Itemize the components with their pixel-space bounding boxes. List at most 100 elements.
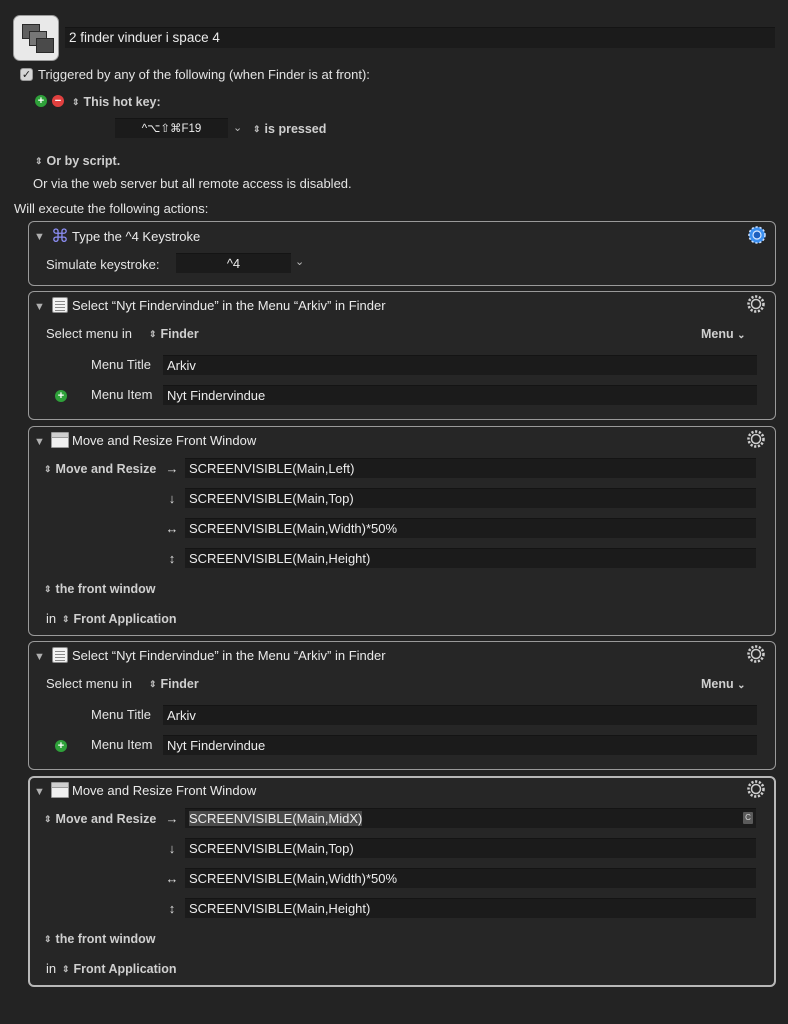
gear-icon[interactable] [746, 644, 766, 664]
mode-popup[interactable]: ⇕ Move and Resize [44, 811, 156, 828]
updown-icon: ⇕ [149, 679, 157, 689]
simulate-keystroke-label: Simulate keystroke: [46, 257, 160, 272]
script-trigger-popup[interactable]: ⇕ Or by script. [35, 153, 120, 170]
disclosure-triangle-icon[interactable]: ▼ [34, 651, 45, 663]
arrow-right-icon: → [165, 811, 179, 826]
add-trigger-icon[interactable]: + [35, 95, 47, 107]
menu-popup-label: Menu [701, 677, 734, 691]
chevron-down-icon[interactable]: ⌄ [295, 255, 304, 268]
select-menu-label: Select menu in [46, 676, 132, 691]
macro-name-field[interactable]: 2 finder vinduer i space 4 [65, 27, 775, 48]
web-server-note: Or via the web server but all remote acc… [33, 176, 352, 191]
menu-icon [52, 297, 68, 313]
trigger-type-popup[interactable]: ⇕ This hot key: [72, 94, 161, 111]
in-label: in [46, 611, 57, 626]
gear-icon[interactable] [746, 779, 766, 799]
macro-icon[interactable] [13, 15, 59, 61]
window-target-label: the front window [55, 582, 156, 596]
app-target-popup[interactable]: ⇕ Front Application [62, 611, 177, 628]
arrow-down-icon: ↓ [168, 841, 176, 856]
height-field[interactable]: SCREENVISIBLE(Main,Height) [185, 898, 756, 918]
hotkey-mode-popup[interactable]: ⇕ is pressed [253, 121, 326, 138]
left-field[interactable]: SCREENVISIBLE(Main,MidX) C [185, 808, 756, 828]
action-title: Move and Resize Front Window [72, 783, 257, 798]
command-key-icon: ⌘ [51, 226, 69, 246]
app-target-label: Front Application [73, 612, 177, 626]
action-move-resize-1[interactable]: ▼ Move and Resize Front Window ⇕ Move and… [28, 426, 776, 636]
updown-icon: ⇕ [149, 329, 157, 339]
add-menu-item-icon[interactable]: + [55, 390, 67, 402]
updown-icon: ⇕ [44, 934, 52, 944]
top-field[interactable]: SCREENVISIBLE(Main,Top) [185, 838, 756, 858]
action-type-keystroke[interactable]: ▼ ⌘ Type the ^4 Keystroke Simulate keyst… [28, 221, 776, 286]
menu-item-label: Menu Item [91, 387, 153, 402]
hotkey-mode-label: is pressed [264, 122, 327, 136]
window-target-label: the front window [55, 932, 156, 946]
menu-title-field[interactable]: Arkiv [163, 355, 757, 375]
menu-item-label: Menu Item [91, 737, 153, 752]
width-field[interactable]: SCREENVISIBLE(Main,Width)*50% [185, 868, 756, 888]
chevron-down-icon: ⌄ [737, 330, 746, 341]
add-menu-item-icon[interactable]: + [55, 740, 67, 752]
disclosure-triangle-icon[interactable]: ▼ [34, 231, 45, 243]
gear-icon[interactable] [746, 294, 766, 314]
updown-icon: ⇕ [62, 614, 70, 624]
action-title: Select “Nyt Findervindue” in the Menu “A… [72, 648, 386, 663]
height-field[interactable]: SCREENVISIBLE(Main,Height) [185, 548, 756, 568]
mode-popup-label: Move and Resize [55, 462, 157, 476]
menu-popup[interactable]: Menu ⌄ [701, 676, 746, 694]
top-field[interactable]: SCREENVISIBLE(Main,Top) [185, 488, 756, 508]
script-trigger-label: Or by script. [46, 154, 121, 168]
window-target-popup[interactable]: ⇕ the front window [44, 931, 156, 948]
height-arrows-icon: ↕ [168, 901, 176, 916]
updown-icon: ⇕ [44, 584, 52, 594]
left-field-text: SCREENVISIBLE(Main,MidX) [189, 811, 363, 826]
action-title: Select “Nyt Findervindue” in the Menu “A… [72, 298, 386, 313]
trigger-checkbox[interactable]: ✓ [20, 68, 33, 81]
updown-icon: ⇕ [62, 964, 70, 974]
menu-icon [52, 647, 68, 663]
updown-icon: ⇕ [44, 814, 52, 824]
menu-popup-label: Menu [701, 327, 734, 341]
updown-icon: ⇕ [44, 464, 52, 474]
app-popup[interactable]: ⇕ Finder [149, 326, 199, 343]
width-field[interactable]: SCREENVISIBLE(Main,Width)*50% [185, 518, 756, 538]
window-icon [51, 782, 69, 798]
chevron-down-icon[interactable]: ⌄ [233, 121, 242, 134]
disclosure-triangle-icon[interactable]: ▼ [34, 786, 45, 798]
keystroke-field[interactable]: ^4 [176, 253, 291, 273]
arrow-down-icon: ↓ [168, 491, 176, 506]
menu-title-field[interactable]: Arkiv [163, 705, 757, 725]
width-arrows-icon: ↔ [165, 871, 179, 886]
app-popup-label: Finder [160, 677, 199, 691]
menu-title-label: Menu Title [91, 707, 151, 722]
action-title: Type the ^4 Keystroke [72, 229, 201, 244]
gear-icon[interactable] [746, 429, 766, 449]
menu-item-field[interactable]: Nyt Findervindue [163, 385, 757, 405]
disclosure-triangle-icon[interactable]: ▼ [34, 436, 45, 448]
action-select-menu-1[interactable]: ▼ Select “Nyt Findervindue” in the Menu … [28, 291, 776, 420]
mode-popup[interactable]: ⇕ Move and Resize [44, 461, 156, 478]
height-arrows-icon: ↕ [168, 551, 176, 566]
gear-icon[interactable] [747, 225, 767, 245]
disclosure-triangle-icon[interactable]: ▼ [34, 301, 45, 313]
left-field[interactable]: SCREENVISIBLE(Main,Left) [185, 458, 756, 478]
arrow-right-icon: → [165, 461, 179, 476]
action-select-menu-2[interactable]: ▼ Select “Nyt Findervindue” in the Menu … [28, 641, 776, 770]
field-badge[interactable]: C [743, 812, 753, 824]
menu-item-field[interactable]: Nyt Findervindue [163, 735, 757, 755]
app-popup[interactable]: ⇕ Finder [149, 676, 199, 693]
action-move-resize-2[interactable]: ▼ Move and Resize Front Window ⇕ Move and… [28, 776, 776, 987]
updown-icon: ⇕ [253, 124, 261, 134]
chevron-down-icon: ⌄ [737, 680, 746, 691]
actions-header: Will execute the following actions: [14, 201, 209, 216]
app-target-popup[interactable]: ⇕ Front Application [62, 961, 177, 978]
window-target-popup[interactable]: ⇕ the front window [44, 581, 156, 598]
window-icon [51, 432, 69, 448]
width-arrows-icon: ↔ [165, 521, 179, 536]
action-title: Move and Resize Front Window [72, 433, 257, 448]
remove-trigger-icon[interactable]: − [52, 95, 64, 107]
hotkey-field[interactable]: ^⌥⇧⌘F19 [115, 118, 228, 138]
mode-popup-label: Move and Resize [55, 812, 157, 826]
menu-popup[interactable]: Menu ⌄ [701, 326, 746, 344]
